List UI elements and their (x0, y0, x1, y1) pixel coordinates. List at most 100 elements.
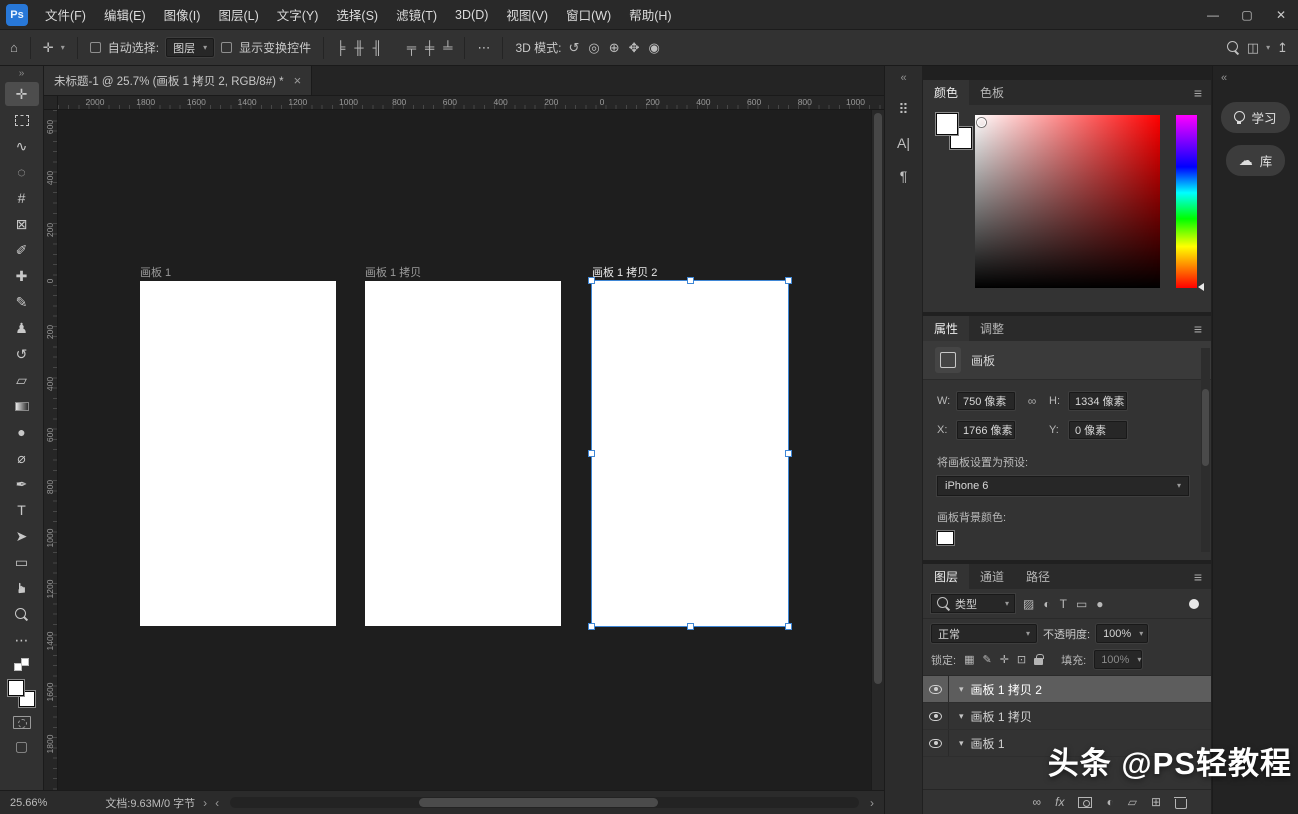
marquee-tool[interactable] (5, 108, 39, 132)
artboard-label[interactable]: 画板 1 (140, 264, 171, 280)
rectangle-tool[interactable]: ▭ (5, 550, 39, 574)
crop-tool[interactable]: # (5, 186, 39, 210)
maximize-button[interactable]: ▢ (1230, 0, 1264, 29)
threed-mode-icon-3[interactable]: ⊕ (609, 41, 620, 54)
quick-selection-tool[interactable]: ◌ (5, 160, 39, 184)
scroll-left-icon[interactable]: ‹ (215, 796, 219, 810)
fill-input[interactable]: 100% ▾ (1094, 650, 1142, 669)
dodge-tool[interactable]: ⌀ (5, 446, 39, 470)
properties-panel-menu-icon[interactable]: ≡ (1194, 321, 1211, 337)
threed-mode-icon-5[interactable]: ◉ (649, 41, 660, 54)
menu-item[interactable]: 视图(V) (497, 0, 557, 29)
foreground-color-swatch[interactable] (936, 113, 958, 135)
status-expand-icon[interactable]: › (203, 796, 207, 810)
layer-filter-icon-4[interactable]: ▭ (1076, 597, 1087, 611)
glyphs-panel-icon[interactable]: ⠿ (898, 101, 908, 118)
character-panel-icon[interactable]: A| (897, 135, 910, 151)
expand-chevron-icon[interactable]: ▾ (959, 684, 964, 695)
menu-item[interactable]: 选择(S) (327, 0, 387, 29)
selection-handle[interactable] (687, 623, 694, 630)
foreground-background-swatches[interactable] (8, 680, 35, 707)
selection-handle[interactable] (785, 277, 792, 284)
color-picker-cursor[interactable] (977, 118, 986, 127)
clone-stamp-tool[interactable]: ♟ (5, 316, 39, 340)
menu-item[interactable]: 窗口(W) (557, 0, 620, 29)
selection-handle[interactable] (588, 450, 595, 457)
layer-effects-icon[interactable]: fx (1055, 795, 1064, 809)
align-icon-4[interactable]: ╤ (407, 41, 416, 54)
lasso-tool[interactable]: ∿ (5, 134, 39, 158)
menu-item[interactable]: 图像(I) (155, 0, 210, 29)
link-dimensions-icon[interactable]: ∞ (1019, 394, 1045, 408)
filter-toggle[interactable] (1189, 599, 1199, 609)
collapse-dock-icon[interactable]: « (1213, 72, 1227, 84)
lock-icon-1[interactable]: ▦ (964, 653, 974, 666)
artboard-preset-select[interactable]: iPhone 6 ▾ (937, 476, 1189, 496)
horizontal-scrollbar[interactable] (230, 797, 859, 808)
opacity-input[interactable]: 100% ▾ (1096, 624, 1148, 643)
screen-mode-icon[interactable]: ▢ (15, 738, 28, 755)
ruler-vertical[interactable]: 6004002000200400600800100012001400160018… (44, 110, 58, 790)
move-tool[interactable]: ✛ (5, 82, 39, 106)
layer-row[interactable]: ▾画板 1 拷贝 2 (923, 676, 1211, 703)
new-layer-icon[interactable]: ⊞ (1151, 795, 1161, 809)
tab-layers[interactable]: 图层 (923, 564, 969, 589)
canvas[interactable]: 画板 1画板 1 拷贝画板 1 拷贝 2 (58, 110, 884, 790)
color-panel-menu-icon[interactable]: ≡ (1194, 85, 1211, 101)
scroll-right-icon[interactable]: › (870, 796, 874, 810)
current-tool-icon[interactable]: ✛ (43, 41, 54, 54)
tool-preset-chevron-icon[interactable]: ▾ (61, 44, 65, 52)
align-icon-6[interactable]: ╧ (443, 41, 452, 54)
delete-layer-icon[interactable] (1175, 797, 1185, 808)
blur-tool[interactable]: ● (5, 420, 39, 444)
document-tab[interactable]: 未标题-1 @ 25.7% (画板 1 拷贝 2, RGB/8#) * × (44, 66, 312, 95)
align-icon-1[interactable]: ╞ (336, 41, 345, 54)
tab-color[interactable]: 颜色 (923, 80, 969, 105)
healing-brush-tool[interactable]: ✚ (5, 264, 39, 288)
vertical-scrollbar-thumb[interactable] (874, 113, 882, 684)
menu-item[interactable]: 文字(Y) (268, 0, 328, 29)
blend-mode-select[interactable]: 正常 ▾ (931, 624, 1037, 643)
toolbar-collapse-icon[interactable]: » (19, 68, 25, 79)
height-input[interactable]: 1334 像素 (1069, 392, 1127, 410)
align-icon-5[interactable]: ╪ (425, 41, 434, 54)
expand-panels-icon[interactable]: « (900, 72, 906, 84)
width-input[interactable]: 750 像素 (957, 392, 1015, 410)
menu-item[interactable]: 编辑(E) (95, 0, 155, 29)
expand-chevron-icon[interactable]: ▾ (959, 711, 964, 722)
link-layers-icon[interactable]: ∞ (1033, 795, 1042, 809)
saturation-brightness-field[interactable] (975, 115, 1160, 288)
selection-handle[interactable] (588, 623, 595, 630)
align-icon-3[interactable]: ╢ (373, 41, 382, 54)
minimize-button[interactable]: — (1196, 0, 1230, 29)
share-icon[interactable]: ↥ (1277, 41, 1288, 54)
frame-tool[interactable]: ⊠ (5, 212, 39, 236)
lock-icon-2[interactable]: ✎ (982, 653, 991, 666)
visibility-toggle[interactable] (923, 703, 949, 729)
hue-slider[interactable] (1176, 115, 1197, 288)
paragraph-panel-icon[interactable]: ¶ (900, 168, 908, 184)
auto-select-checkbox[interactable] (90, 42, 101, 53)
gradient-tool[interactable] (5, 394, 39, 418)
learn-panel-button[interactable]: 学习 (1221, 102, 1289, 133)
new-group-icon[interactable]: ▱ (1128, 795, 1137, 809)
layer-filter-type-dropdown[interactable]: 类型 ▾ (931, 594, 1015, 613)
brush-tool[interactable]: ✎ (5, 290, 39, 314)
lock-all-icon[interactable] (1034, 658, 1043, 665)
add-mask-icon[interactable] (1078, 797, 1092, 808)
tab-channels[interactable]: 通道 (969, 564, 1015, 589)
history-brush-tool[interactable]: ↺ (5, 342, 39, 366)
pen-tool[interactable]: ✒ (5, 472, 39, 496)
menu-item[interactable]: 滤镜(T) (387, 0, 446, 29)
workspace-layout-icon[interactable]: ◫ (1247, 41, 1259, 54)
visibility-toggle[interactable] (923, 730, 949, 756)
artboard-label[interactable]: 画板 1 拷贝 2 (592, 264, 657, 280)
adjustment-layer-icon[interactable]: ◐ (1106, 795, 1113, 809)
tab-close-icon[interactable]: × (294, 73, 302, 88)
zoom-tool[interactable] (5, 602, 39, 626)
selection-handle[interactable] (588, 277, 595, 284)
tab-paths[interactable]: 路径 (1015, 564, 1061, 589)
properties-scrollbar-thumb[interactable] (1202, 389, 1209, 467)
zoom-level-field[interactable]: 25.66% (10, 797, 47, 809)
layer-filter-icon-3[interactable]: T (1060, 597, 1067, 611)
